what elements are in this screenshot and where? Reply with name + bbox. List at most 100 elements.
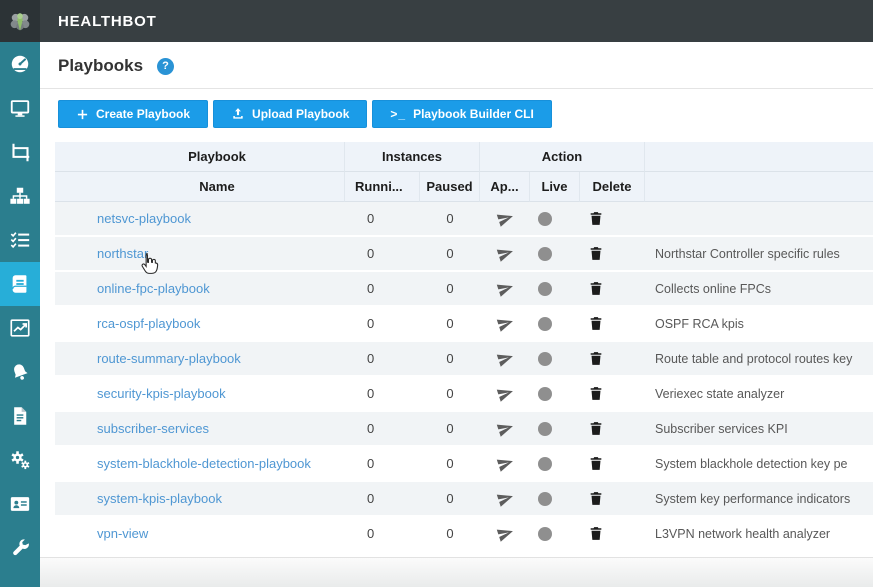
paused-count: 0 [420,517,480,550]
app-title: HEALTHBOT [58,13,157,30]
col-header-name[interactable]: Name [90,172,345,202]
apply-paper-plane-icon[interactable] [494,348,515,369]
playbook-link[interactable]: system-kpis-playbook [97,491,222,506]
delete-trash-icon[interactable] [588,280,604,297]
running-count: 0 [345,412,420,445]
delete-trash-icon[interactable] [588,490,604,507]
sidebar-item-alarms[interactable] [0,350,40,394]
sidebar-item-playbooks[interactable] [0,262,40,306]
sidebar-item-topology[interactable] [0,174,40,218]
sidebar-item-dashboard[interactable] [0,42,40,86]
running-count: 0 [345,307,420,340]
running-count: 0 [345,377,420,410]
help-icon[interactable]: ? [157,58,174,75]
live-status-icon[interactable] [538,352,552,366]
gauge-icon [9,53,31,75]
col-header-delete: Delete [580,172,645,202]
id-card-icon [9,493,31,515]
playbook-link[interactable]: route-summary-playbook [97,351,241,366]
sidebar-item-reports[interactable] [0,394,40,438]
table-row: vpn-view 0 0 L3VPN network health analyz… [55,517,873,552]
paused-count: 0 [420,202,480,235]
delete-trash-icon[interactable] [588,525,604,542]
table-row: security-kpis-playbook 0 0 Veriexec stat… [55,377,873,412]
playbook-description: System blackhole detection key pe [645,447,873,480]
sitemap-icon [9,185,31,207]
playbook-description: Veriexec state analyzer [645,377,873,410]
gears-icon [9,449,31,471]
bell-icon [9,361,31,383]
playbooks-table: Playbook Instances Action Name Runni... … [55,142,873,552]
col-header-running[interactable]: Runni... [345,172,420,202]
running-count: 0 [345,517,420,550]
playbook-builder-cli-button[interactable]: >_ Playbook Builder CLI [372,100,551,128]
title-divider [40,88,873,89]
sidebar-item-device-groups[interactable] [0,130,40,174]
delete-trash-icon[interactable] [588,420,604,437]
book-icon [9,273,31,295]
live-status-icon[interactable] [538,317,552,331]
playbook-link[interactable]: system-blackhole-detection-playbook [97,456,311,471]
live-status-icon[interactable] [538,457,552,471]
playbook-link[interactable]: security-kpis-playbook [97,386,226,401]
sidebar-item-rules[interactable] [0,218,40,262]
delete-trash-icon[interactable] [588,350,604,367]
live-status-icon[interactable] [538,492,552,506]
table-row: netsvc-playbook 0 0 [55,202,873,237]
col-group-playbook: Playbook [90,142,345,172]
live-status-icon[interactable] [538,527,552,541]
apply-paper-plane-icon[interactable] [494,243,515,264]
main-content: Playbooks ? Create Playbook Upload Playb… [40,42,873,587]
apply-paper-plane-icon[interactable] [494,313,515,334]
delete-trash-icon[interactable] [588,315,604,332]
playbook-link[interactable]: vpn-view [97,526,148,541]
create-playbook-button[interactable]: Create Playbook [58,100,208,128]
table-body: netsvc-playbook 0 0 northstar 0 0 [55,202,873,552]
live-status-icon[interactable] [538,422,552,436]
apply-paper-plane-icon[interactable] [494,488,515,509]
delete-trash-icon[interactable] [588,385,604,402]
playbook-description: System key performance indicators [645,482,873,515]
chart-icon [9,317,31,339]
sidebar-item-graphs[interactable] [0,306,40,350]
apply-paper-plane-icon[interactable] [494,383,515,404]
apply-paper-plane-icon[interactable] [494,278,515,299]
live-status-icon[interactable] [538,212,552,226]
playbook-link[interactable]: northstar [97,246,148,261]
col-header-paused[interactable]: Paused [420,172,480,202]
live-status-icon[interactable] [538,247,552,261]
playbook-link[interactable]: subscriber-services [97,421,209,436]
delete-trash-icon[interactable] [588,245,604,262]
table-sub-header-row: Name Runni... Paused Ap... Live Delete [55,172,873,202]
document-icon [10,405,30,427]
live-status-icon[interactable] [538,282,552,296]
playbook-link[interactable]: online-fpc-playbook [97,281,210,296]
app-logo[interactable] [0,0,40,42]
playbook-link[interactable]: rca-ospf-playbook [97,316,200,331]
live-status-icon[interactable] [538,387,552,401]
playbook-builder-cli-label: Playbook Builder CLI [413,107,534,121]
apply-paper-plane-icon[interactable] [494,453,515,474]
running-count: 0 [345,482,420,515]
sidebar-item-debug[interactable] [0,526,40,570]
create-playbook-label: Create Playbook [96,107,190,121]
col-header-apply: Ap... [480,172,530,202]
table-row: northstar 0 0 Northstar Controller speci… [55,237,873,272]
sidebar-item-settings[interactable] [0,438,40,482]
running-count: 0 [345,342,420,375]
apply-paper-plane-icon[interactable] [494,418,515,439]
paused-count: 0 [420,272,480,305]
delete-trash-icon[interactable] [588,455,604,472]
healthbot-logo-icon [7,8,33,34]
running-count: 0 [345,272,420,305]
apply-paper-plane-icon[interactable] [494,523,515,544]
apply-paper-plane-icon[interactable] [494,208,515,229]
page-title: Playbooks [58,56,143,76]
playbook-link[interactable]: netsvc-playbook [97,211,191,226]
upload-playbook-button[interactable]: Upload Playbook [213,100,367,128]
delete-trash-icon[interactable] [588,210,604,227]
terminal-icon: >_ [390,107,406,121]
sidebar-item-administration[interactable] [0,482,40,526]
checklist-icon [9,229,31,251]
sidebar-item-devices[interactable] [0,86,40,130]
